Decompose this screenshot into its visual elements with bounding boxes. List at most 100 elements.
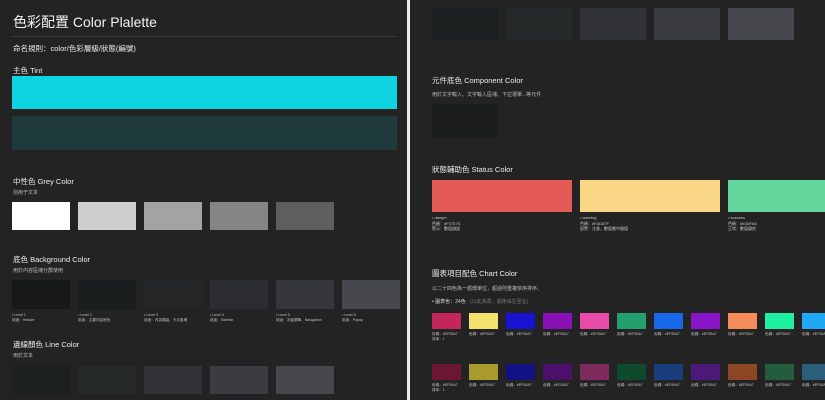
- chart-row2-label-line: 色碼：#EF55A7: [728, 383, 754, 387]
- bg-label-6-line: 用途：Popup: [342, 317, 364, 322]
- chart-row1-label-line: 色碼：#EF55A7: [506, 332, 532, 336]
- chart-row2-label-line: 排序：1: [432, 387, 445, 392]
- chart-row2-swatch-7: [654, 364, 683, 380]
- bg-label-4-line: 用途：Sidebar: [210, 317, 234, 322]
- component-desc: 用於文字輸入、文字輸入區塊、下拉選單...等元件: [432, 92, 542, 98]
- title-divider: [12, 36, 397, 37]
- line-swatch-cont-4: [654, 8, 720, 40]
- chart-row1-swatch-7: [654, 313, 683, 329]
- chart-row1-swatch-9: [728, 313, 757, 329]
- chart-row2-swatch-9: [728, 364, 757, 380]
- chart-row1-swatch-11: [802, 313, 825, 329]
- chart-row2-label-3: 色碼：#EF55A7: [506, 383, 532, 388]
- chart-row1-label-6: 色碼：#EF55A7: [617, 332, 643, 337]
- component-title: 元件底色 Component Color: [432, 76, 523, 85]
- chart-row2-label-6: 色碼：#EF55A7: [617, 383, 643, 388]
- chart-row1-swatch-8: [691, 313, 720, 329]
- grey-swatch-4: [210, 202, 268, 230]
- status-label-3-line: 正常：數值優良: [728, 226, 756, 231]
- chart-row2-label-line: 色碼：#EF55A7: [580, 383, 606, 387]
- chart-row2-swatch-4: [543, 364, 572, 380]
- grey-title: 中性色 Grey Color: [13, 177, 74, 186]
- chart-row1-label-line: 色碼：#EF55A7: [580, 332, 606, 336]
- chart-row1-label-9: 色碼：#EF55A7: [728, 332, 754, 337]
- chart-row1-swatch-10: [765, 313, 794, 329]
- chart-row2-label-line: 色碼：#EF55A7: [469, 383, 495, 387]
- chart-row1-label-line: 色碼：#EF55A7: [691, 332, 717, 336]
- chart-row1-label-5: 色碼：#EF55A7: [580, 332, 606, 337]
- grey-swatch-3: [144, 202, 202, 230]
- line-title: 邊線顏色 Line Color: [13, 340, 80, 349]
- status-swatch-1: [432, 180, 572, 212]
- line-swatch-2: [78, 366, 136, 394]
- chart-row2-label-7: 色碼：#EF55A7: [654, 383, 680, 388]
- bg-swatch-1: [12, 280, 70, 309]
- chart-row2-label-5: 色碼：#EF55A7: [580, 383, 606, 388]
- chart-row2-label-line: 色碼：#EF55A7: [506, 383, 532, 387]
- naming-rule-text: 命名規則：color/色彩層級/狀態(編號): [13, 44, 136, 53]
- chart-row1-swatch-1: [432, 313, 461, 329]
- chart-row1-label-11: 色碼：#EF55A7: [802, 332, 825, 337]
- chart-row1-swatch-6: [617, 313, 646, 329]
- bg-swatch-6: [342, 280, 400, 309]
- chart-row2-swatch-11: [802, 364, 825, 380]
- chart-row1-swatch-3: [506, 313, 535, 329]
- chart-row2-swatch-1: [432, 364, 461, 380]
- chart-row1-label-line: 色碼：#EF55A7: [802, 332, 825, 336]
- chart-row1-swatch-5: [580, 313, 609, 329]
- bg-label-1: • Level 1 用途：Header: [12, 313, 35, 322]
- bg-label-4: • Level 4 用途：Sidebar: [210, 313, 233, 322]
- line-swatch-cont-1: [432, 8, 498, 40]
- chart-desc: 以二十四色為一循環單位，超過則重複依序排序。: [432, 286, 543, 292]
- chart-row1-label-8: 色碼：#EF55A7: [691, 332, 717, 337]
- chart-title: 圖表項目配色 Chart Color: [432, 269, 518, 278]
- chart-row2-label-10: 色碼：#EF55A7: [765, 383, 791, 388]
- chart-row1-label-10: 色碼：#EF55A7: [765, 332, 791, 337]
- line-desc: 用於文本: [13, 353, 34, 359]
- line-swatch-5: [276, 366, 334, 394]
- chart-count-label: • 圖表色：24色: [432, 299, 466, 305]
- chart-row1-label-3: 色碼：#EF55A7: [506, 332, 532, 337]
- chart-row2-label-11: 色碼：#EF55A7: [802, 383, 825, 388]
- bg-title: 底色 Background Color: [13, 255, 91, 264]
- chart-row1-label-1: 色碼：#EF55A7 排序：1: [432, 332, 458, 341]
- chart-row1-label-line: 色碼：#EF55A7: [654, 332, 680, 336]
- status-label-2: • warning 色碼：#FAD87F 部警：注意，數值需中間值: [580, 215, 628, 232]
- bg-label-3-line: 用途：內容模組、卡片區塊: [144, 317, 188, 322]
- status-label-2-line: 部警：注意，數值需中間值: [580, 226, 628, 231]
- chart-row2-label-4: 色碼：#EF55A7: [543, 383, 569, 388]
- chart-row2-label-line: 色碼：#EF55A7: [691, 383, 717, 387]
- chart-row2-swatch-8: [691, 364, 720, 380]
- line-swatch-cont-2: [506, 8, 572, 40]
- grey-swatch-2: [78, 202, 136, 230]
- chart-row2-swatch-5: [580, 364, 609, 380]
- bg-label-2-line: 用途：主要內容底色: [78, 317, 111, 322]
- status-swatch-3: [728, 180, 825, 212]
- status-label-3: • success 色碼：#63DFA6 正常：數值優良: [728, 215, 757, 232]
- bg-label-6: • Level 6 用途：Popup: [342, 313, 363, 322]
- chart-row2-label-9: 色碼：#EF55A7: [728, 383, 754, 388]
- chart-row1-label-line: 色碼：#EF55A7: [543, 332, 569, 336]
- chart-row2-swatch-2: [469, 364, 498, 380]
- line-swatch-1: [12, 366, 70, 394]
- chart-row2-label-line: 色碼：#EF55A7: [432, 383, 458, 387]
- bg-label-5: • Level 5 用途：次級選單、Navigation: [276, 313, 322, 322]
- grey-desc: 別用于文本: [13, 190, 39, 196]
- chart-row1-label-line: 色碼：#EF55A7: [469, 332, 495, 336]
- bg-swatch-2: [78, 280, 136, 309]
- bg-swatch-3: [144, 280, 202, 309]
- left-artboard: 色彩配置 Color Plalette 命名規則：color/色彩層級/狀態(編…: [0, 0, 407, 400]
- tint-swatch-primary: [12, 76, 397, 109]
- chart-row1-label-4: 色碼：#EF55A7: [543, 332, 569, 337]
- line-swatch-4: [210, 366, 268, 394]
- chart-row2-swatch-3: [506, 364, 535, 380]
- chart-row2-label-line: 色碼：#EF55A7: [802, 383, 825, 387]
- grey-swatch-5: [276, 202, 334, 230]
- chart-row1-label-line: 色碼：#EF55A7: [728, 332, 754, 336]
- right-artboard: 元件底色 Component Color 用於文字輸入、文字輸入區塊、下拉選單.…: [410, 0, 825, 400]
- chart-row1-label-line: 色碼：#EF55A7: [432, 332, 458, 336]
- status-label-1: • danger 色碼：#F3757S 警示：數值錯誤: [432, 215, 460, 232]
- bg-swatch-4: [210, 280, 268, 309]
- bg-label-3: • Level 3 用途：內容模組、卡片區塊: [144, 313, 187, 322]
- chart-row2-swatch-10: [765, 364, 794, 380]
